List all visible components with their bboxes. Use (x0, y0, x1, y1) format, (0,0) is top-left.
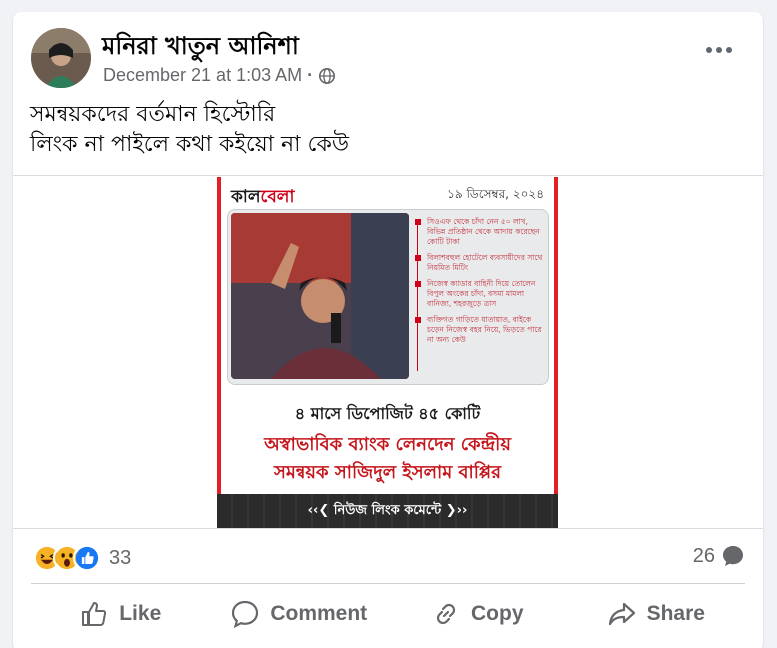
more-options-icon[interactable] (705, 44, 733, 56)
subheadline-line: অস্বাভাবিক ব্যাংক লেনদেন কেন্দ্রীয় (264, 434, 511, 455)
divider (13, 175, 763, 176)
post-caption: সমন্বয়কদের বর্তমান হিস্টোরি লিংক না পাই… (30, 100, 349, 160)
comment-bubble-icon (723, 546, 743, 566)
post-card: মনিরা খাতুন আনিশা December 21 at 1:03 AM… (13, 12, 763, 648)
like-icon (73, 544, 101, 572)
bullet-list: সিওএফ থেকে চাঁদা নেন ৫০ লাখ, বিভিন্ন প্র… (415, 217, 547, 351)
image-subheadline: অস্বাভাবিক ব্যাংক লেনদেন কেন্দ্রীয় সমন্… (217, 431, 558, 487)
caption-line: সমন্বয়কদের বর্তমান হিস্টোরি (30, 102, 276, 127)
avatar[interactable] (31, 28, 91, 88)
copy-label: Copy (471, 602, 524, 625)
post-image[interactable]: কালবেলা ১৯ ডিসেম্বর, ২০২৪ সিওএফ থেকে চাঁ… (217, 177, 558, 528)
share-label: Share (646, 602, 705, 625)
author-name[interactable]: মনিরা খাতুন আনিশা (102, 28, 299, 68)
logo-black-text: কাল (231, 187, 261, 207)
reaction-count: 33 (109, 546, 132, 569)
post-timestamp[interactable]: December 21 at 1:03 AM (103, 65, 302, 86)
bullet-item: ব্যক্তিগত গাড়িতে যাতায়াত, বাইকে চড়েন … (415, 315, 547, 345)
like-label: Like (119, 602, 162, 625)
copy-button[interactable]: Copy (388, 586, 567, 642)
post-meta: December 21 at 1:03 AM · (103, 65, 336, 86)
image-footer-banner: ‹‹❮ নিউজ লিংক কমেন্টে ❯›› (217, 494, 558, 528)
image-date: ১৯ ডিসেম্বর, ২০২৪ (447, 187, 544, 201)
image-headline: ৪ মাসে ডিপোজিট ৪৫ কোটি (294, 404, 481, 423)
bullet-item: নিজেস্ব ক্যাডার বাহিনী দিয়ে তোলেন বিপুল… (415, 279, 547, 309)
comments-count[interactable]: 26 (693, 544, 745, 568)
person-photo (231, 213, 409, 379)
news-logo: কালবেলা (231, 184, 294, 212)
share-icon (608, 602, 635, 626)
comment-icon (232, 600, 259, 629)
logo-red-text: বেলা (260, 187, 295, 207)
bullet-item: সিওএফ থেকে চাঁদা নেন ৫০ লাখ, বিভিন্ন প্র… (415, 217, 547, 247)
divider (13, 528, 763, 529)
caption-line: লিংক না পাইলে কথা কইয়ো না কেউ (30, 132, 350, 157)
share-button[interactable]: Share (567, 586, 746, 642)
comment-button[interactable]: Comment (210, 586, 389, 642)
like-button[interactable]: Like (31, 586, 210, 642)
bullet-item: বিলাশবহুল হোটেলে ব্যবসায়ীদের সাথে নিয়ম… (415, 253, 547, 273)
link-icon (436, 603, 456, 625)
thumbs-up-icon (82, 602, 107, 626)
meta-separator: · (307, 65, 314, 85)
comment-count-value: 26 (692, 544, 715, 567)
comment-label: Comment (270, 602, 368, 625)
reactions-summary[interactable]: 33 (33, 544, 131, 572)
subheadline-line: সমন্বয়ক সাজিদুল ইসলাম বাপ্পির (273, 462, 502, 483)
divider (31, 583, 745, 584)
globe-icon[interactable] (318, 67, 336, 85)
action-bar: Like Comment Copy Share (31, 586, 745, 642)
